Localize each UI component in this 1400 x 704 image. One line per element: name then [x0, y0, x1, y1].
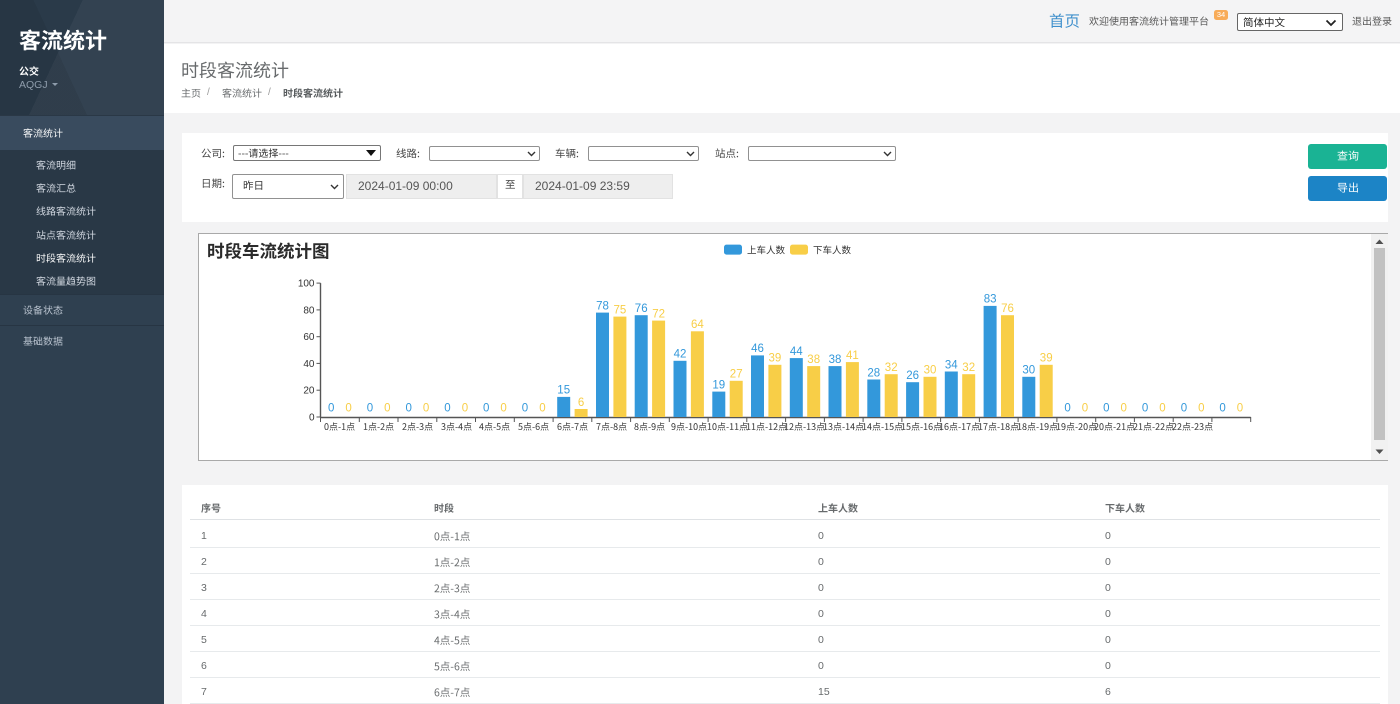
svg-text:42: 42	[674, 349, 687, 361]
svg-text:83: 83	[984, 294, 997, 306]
svg-text:0: 0	[522, 403, 528, 415]
svg-text:19: 19	[712, 379, 725, 391]
svg-text:30: 30	[924, 365, 937, 377]
svg-text:34: 34	[945, 359, 958, 371]
svg-text:38: 38	[829, 354, 842, 366]
svg-text:38: 38	[807, 354, 820, 366]
svg-text:39: 39	[769, 353, 782, 365]
svg-text:0: 0	[1142, 403, 1148, 415]
svg-text:41: 41	[846, 350, 859, 362]
svg-text:44: 44	[790, 346, 803, 358]
svg-text:0: 0	[1159, 403, 1165, 415]
svg-text:28: 28	[867, 367, 880, 379]
svg-text:0: 0	[444, 403, 450, 415]
svg-text:32: 32	[962, 362, 975, 374]
svg-text:78: 78	[596, 300, 609, 312]
svg-text:0: 0	[1103, 403, 1109, 415]
svg-text:76: 76	[635, 303, 648, 315]
svg-text:0: 0	[1198, 403, 1204, 415]
svg-text:0: 0	[328, 403, 334, 415]
svg-text:0: 0	[367, 403, 373, 415]
svg-text:6: 6	[578, 397, 584, 409]
svg-text:32: 32	[885, 362, 898, 374]
svg-text:30: 30	[1022, 365, 1035, 377]
svg-text:20: 20	[303, 386, 315, 397]
svg-text:64: 64	[691, 319, 704, 331]
svg-text:0: 0	[309, 412, 315, 423]
svg-text:0: 0	[462, 403, 468, 415]
svg-text:0: 0	[1082, 403, 1088, 415]
svg-text:0: 0	[1120, 403, 1126, 415]
svg-text:27: 27	[730, 369, 743, 381]
svg-text:72: 72	[652, 308, 665, 320]
svg-text:0: 0	[1237, 403, 1243, 415]
svg-text:40: 40	[303, 359, 315, 370]
svg-text:0: 0	[483, 403, 489, 415]
svg-text:15: 15	[557, 385, 570, 397]
svg-text:80: 80	[303, 305, 315, 316]
svg-text:46: 46	[751, 343, 764, 355]
svg-text:0: 0	[384, 403, 390, 415]
svg-text:60: 60	[303, 332, 315, 343]
svg-text:75: 75	[614, 304, 627, 316]
svg-text:39: 39	[1040, 353, 1053, 365]
svg-text:0: 0	[1219, 403, 1225, 415]
svg-text:0: 0	[539, 403, 545, 415]
svg-text:26: 26	[906, 370, 919, 382]
svg-text:100: 100	[298, 279, 315, 290]
svg-text:0: 0	[423, 403, 429, 415]
svg-text:0: 0	[405, 403, 411, 415]
svg-text:0: 0	[345, 403, 351, 415]
svg-text:0: 0	[500, 403, 506, 415]
svg-text:0: 0	[1181, 403, 1187, 415]
svg-text:0: 0	[1064, 403, 1070, 415]
svg-text:76: 76	[1001, 303, 1014, 315]
